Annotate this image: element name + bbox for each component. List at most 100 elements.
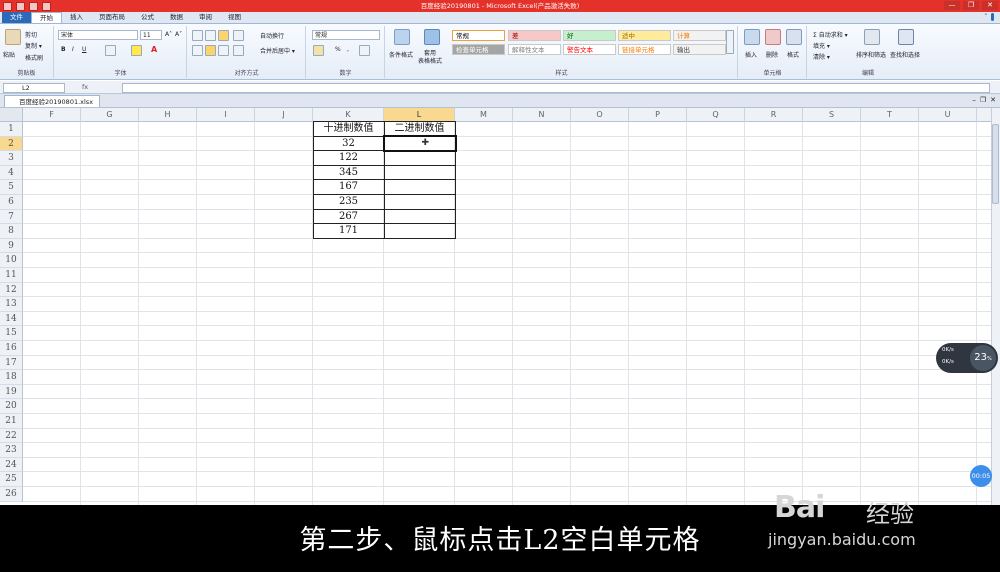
- cut-button[interactable]: 剪切: [25, 30, 37, 39]
- ribbon-tab[interactable]: 开始: [31, 12, 62, 23]
- help-icon[interactable]: [990, 13, 994, 21]
- network-speed-widget[interactable]: 0K/s 0K/s 23%: [936, 343, 998, 373]
- workbook-restore-icon[interactable]: ❐: [980, 96, 986, 104]
- ribbon-tab[interactable]: 审阅: [191, 12, 220, 23]
- column-header[interactable]: U: [919, 108, 977, 122]
- cell-style-option[interactable]: 计算: [673, 30, 726, 41]
- align-bottom-icon[interactable]: [218, 30, 229, 41]
- align-center-icon[interactable]: [205, 45, 216, 56]
- paste-icon[interactable]: [5, 29, 21, 45]
- fill-color-icon[interactable]: [131, 45, 142, 56]
- bold-button[interactable]: B: [61, 46, 66, 53]
- ribbon-tab[interactable]: 插入: [62, 12, 91, 23]
- delete-cells-icon[interactable]: [765, 29, 781, 45]
- ribbon-tab[interactable]: 页面布局: [91, 12, 133, 23]
- insert-function-button[interactable]: fx: [82, 83, 88, 91]
- delete-cells-button[interactable]: 删除: [766, 50, 778, 59]
- workbook-tab[interactable]: 百度经验20190801.xlsx: [4, 95, 101, 107]
- font-color-icon[interactable]: A: [151, 45, 157, 54]
- find-select-icon[interactable]: [898, 29, 914, 45]
- row-header[interactable]: 17: [0, 355, 23, 371]
- table-format-icon[interactable]: [424, 29, 440, 45]
- column-header[interactable]: Q: [687, 108, 745, 122]
- ribbon-tab[interactable]: 视图: [220, 12, 249, 23]
- row-header[interactable]: 7: [0, 209, 23, 225]
- column-header[interactable]: L: [384, 108, 455, 122]
- conditional-format-icon[interactable]: [394, 29, 410, 45]
- column-header[interactable]: P: [629, 108, 687, 122]
- currency-icon[interactable]: [313, 45, 324, 56]
- column-header[interactable]: K: [313, 108, 384, 122]
- font-size-select[interactable]: 11: [140, 30, 162, 40]
- increase-decimal-icon[interactable]: [359, 45, 370, 56]
- cell-style-option[interactable]: 解释性文本: [508, 44, 561, 55]
- sort-filter-icon[interactable]: [864, 29, 880, 45]
- format-cells-button[interactable]: 格式: [787, 50, 799, 59]
- row-header[interactable]: 10: [0, 253, 23, 268]
- conditional-format-button[interactable]: 条件格式: [389, 50, 413, 59]
- row-header[interactable]: 23: [0, 443, 23, 458]
- row-header[interactable]: 13: [0, 297, 23, 312]
- workbook-minimize-icon[interactable]: –: [972, 96, 976, 104]
- vertical-scroll-thumb[interactable]: [992, 124, 999, 204]
- font-name-select[interactable]: 宋体: [58, 30, 138, 40]
- select-all-button[interactable]: [0, 108, 23, 122]
- align-middle-icon[interactable]: [205, 30, 216, 41]
- column-header[interactable]: S: [803, 108, 861, 122]
- row-header[interactable]: 8: [0, 224, 23, 239]
- column-header[interactable]: F: [23, 108, 81, 122]
- row-header[interactable]: 20: [0, 399, 23, 414]
- row-header[interactable]: 6: [0, 195, 23, 210]
- comma-button[interactable]: ,: [347, 46, 349, 53]
- border-icon[interactable]: [105, 45, 116, 56]
- row-header[interactable]: 2: [0, 136, 23, 152]
- align-left-icon[interactable]: [192, 45, 203, 56]
- close-button[interactable]: ✕: [982, 1, 998, 10]
- orientation-icon[interactable]: [233, 30, 244, 41]
- sort-filter-button[interactable]: 排序和筛选: [856, 50, 886, 59]
- cell-style-option[interactable]: 好: [563, 30, 616, 41]
- format-cells-icon[interactable]: [786, 29, 802, 45]
- ribbon-tab[interactable]: 文件: [2, 12, 31, 23]
- row-header[interactable]: 26: [0, 487, 23, 502]
- number-format-select[interactable]: 常规: [312, 30, 380, 40]
- format-painter-button[interactable]: 格式刷: [25, 53, 43, 62]
- table-format-button[interactable]: 套用 表格格式: [418, 50, 442, 66]
- maximize-button[interactable]: ❐: [963, 1, 979, 10]
- align-top-icon[interactable]: [192, 30, 203, 41]
- row-header[interactable]: 22: [0, 428, 23, 444]
- shrink-font-button[interactable]: A˅: [175, 31, 182, 38]
- find-select-button[interactable]: 查找和选择: [890, 50, 920, 59]
- cell-style-option[interactable]: 链接单元格: [618, 44, 671, 55]
- percent-button[interactable]: %: [335, 46, 341, 53]
- cell-style-option[interactable]: 差: [508, 30, 561, 41]
- insert-cells-button[interactable]: 插入: [745, 50, 757, 59]
- row-header[interactable]: 5: [0, 180, 23, 195]
- indent-icon[interactable]: [233, 45, 244, 56]
- insert-cells-icon[interactable]: [744, 29, 760, 45]
- workbook-close-icon[interactable]: ✕: [990, 96, 996, 104]
- autosum-button[interactable]: Σ 自动求和 ▾: [813, 30, 848, 39]
- copy-button[interactable]: 复制 ▾: [25, 41, 42, 50]
- merge-center-button[interactable]: 合并后居中 ▾: [260, 46, 295, 55]
- selected-cell-outline[interactable]: [383, 134, 457, 153]
- name-box[interactable]: L2: [3, 83, 65, 93]
- column-header[interactable]: I: [197, 108, 255, 122]
- column-header[interactable]: N: [513, 108, 571, 122]
- styles-more-icon[interactable]: [726, 30, 734, 54]
- row-header[interactable]: 21: [0, 414, 23, 429]
- italic-button[interactable]: I: [72, 46, 74, 53]
- row-header[interactable]: 18: [0, 370, 23, 385]
- grow-font-button[interactable]: A˄: [165, 31, 172, 38]
- cell-style-option[interactable]: 适中: [618, 30, 671, 41]
- row-header[interactable]: 15: [0, 326, 23, 341]
- row-header[interactable]: 25: [0, 472, 23, 487]
- row-header[interactable]: 1: [0, 122, 23, 137]
- row-header[interactable]: 3: [0, 151, 23, 166]
- cell-style-option[interactable]: 警告文本: [563, 44, 616, 55]
- row-header[interactable]: 16: [0, 341, 23, 356]
- clear-button[interactable]: 清除 ▾: [813, 52, 830, 61]
- cell-style-option[interactable]: 输出: [673, 44, 726, 55]
- row-header[interactable]: 24: [0, 457, 23, 473]
- row-header[interactable]: 4: [0, 165, 23, 181]
